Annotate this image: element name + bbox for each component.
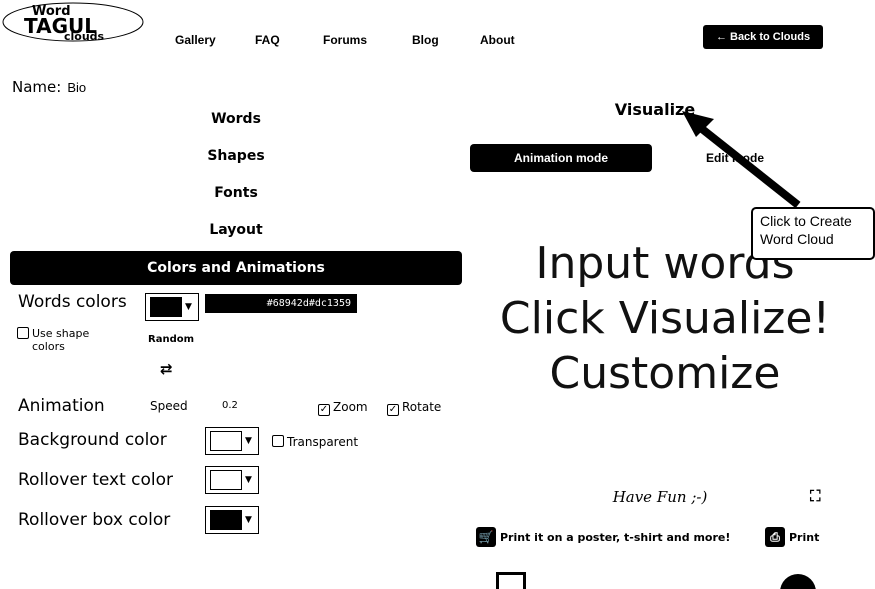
name-label: Name: (12, 78, 62, 96)
words-color-picker[interactable]: ▼ (145, 293, 199, 321)
chevron-down-icon: ▼ (185, 302, 192, 312)
nav-about[interactable]: About (480, 33, 515, 47)
chevron-down-icon: ▼ (245, 436, 252, 446)
rollover-text-color-swatch (210, 470, 242, 490)
menu-shapes[interactable]: Shapes (176, 148, 296, 164)
use-shape-colors-label: Use shape colors (32, 327, 90, 353)
nav-faq[interactable]: FAQ (255, 33, 280, 47)
rotate-option[interactable]: ✓ Rotate (387, 400, 441, 416)
canvas-line-2: Click Visualize! (499, 293, 831, 344)
printer-icon: ⎙ (765, 527, 785, 547)
print-button[interactable]: ⎙ Print (765, 527, 819, 547)
random-label: Random (148, 334, 195, 345)
background-color-swatch (210, 431, 242, 451)
rollover-box-color-swatch (210, 510, 242, 530)
svg-text:clouds: clouds (64, 30, 105, 42)
back-to-clouds-button[interactable]: ← Back to Clouds (703, 25, 823, 49)
use-shape-colors-option[interactable]: Use shape colors (17, 327, 122, 353)
print-poster-link[interactable]: 🛒 Print it on a poster, t-shirt and more! (476, 527, 730, 547)
rotate-label: Rotate (402, 400, 442, 414)
words-colors-label: Words colors (18, 292, 127, 312)
name-row: Name: Bio (12, 78, 86, 96)
zoom-label: Zoom (333, 400, 368, 414)
shuffle-icon[interactable]: ⇄ (160, 360, 173, 378)
speed-value[interactable]: 0.2 (222, 400, 238, 411)
cloud-canvas[interactable]: Input words Click Visualize! Customize (470, 236, 860, 401)
share-icon[interactable] (780, 574, 816, 589)
callout-arrow-icon (682, 111, 801, 209)
animation-label: Animation (18, 396, 105, 416)
words-colors-hex-field[interactable]: #68942d#dc1359 (205, 294, 357, 313)
rollover-text-color-label: Rollover text color (18, 470, 174, 490)
words-color-swatch (150, 297, 182, 317)
print-poster-label: Print it on a poster, t-shirt and more! (500, 530, 731, 544)
rollover-box-color-label: Rollover box color (18, 510, 171, 530)
background-color-label: Background color (18, 430, 167, 450)
rollover-box-color-picker[interactable]: ▼ (205, 506, 259, 534)
use-shape-colors-checkbox[interactable] (17, 327, 29, 339)
nav-blog[interactable]: Blog (412, 33, 439, 47)
canvas-line-3: Customize (549, 348, 781, 399)
fullscreen-icon[interactable]: ⛶ (810, 487, 821, 505)
callout-tooltip: Click to Create Word Cloud (751, 207, 875, 260)
name-value[interactable]: Bio (67, 80, 86, 95)
background-color-picker[interactable]: ▼ (205, 427, 259, 455)
transparent-label: Transparent (287, 435, 359, 449)
nav-gallery[interactable]: Gallery (175, 33, 216, 47)
rotate-checkbox[interactable]: ✓ (387, 404, 399, 416)
nav-forums[interactable]: Forums (323, 33, 367, 47)
menu-layout[interactable]: Layout (176, 222, 296, 238)
speed-label: Speed (150, 399, 188, 413)
rollover-text-color-picker[interactable]: ▼ (205, 466, 259, 494)
chevron-down-icon: ▼ (245, 475, 252, 485)
zoom-checkbox[interactable]: ✓ (318, 404, 330, 416)
save-icon[interactable] (496, 572, 526, 589)
cart-icon: 🛒 (476, 527, 496, 547)
menu-words[interactable]: Words (176, 111, 296, 127)
zoom-option[interactable]: ✓ Zoom (318, 400, 368, 416)
tagul-logo[interactable]: Word TAGUL clouds (2, 2, 144, 43)
animation-mode-button[interactable]: Animation mode (470, 144, 652, 172)
colors-animations-header[interactable]: Colors and Animations (10, 251, 462, 285)
print-label: Print (789, 530, 820, 544)
menu-fonts[interactable]: Fonts (176, 185, 296, 201)
transparent-checkbox[interactable] (272, 435, 284, 447)
transparent-option[interactable]: Transparent (272, 435, 358, 449)
chevron-down-icon: ▼ (245, 515, 252, 525)
have-fun-text: Have Fun ;-) (612, 488, 708, 506)
